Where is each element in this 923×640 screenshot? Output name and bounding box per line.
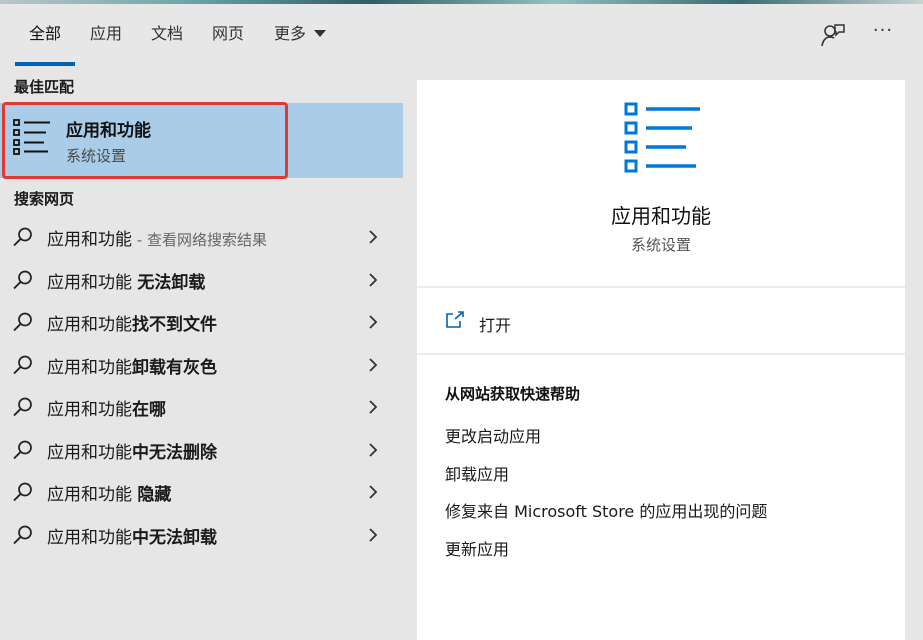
search-icon xyxy=(13,440,32,460)
caret-down-icon xyxy=(314,30,327,37)
result-query-text: 应用和功能 xyxy=(47,273,138,293)
tab-documents[interactable]: 文档 xyxy=(151,4,183,66)
result-suggestion-text: 找不到文件 xyxy=(132,315,217,335)
result-query-text: 应用和功能 xyxy=(47,358,132,378)
search-icon xyxy=(13,312,32,332)
chevron-right-icon xyxy=(369,315,378,329)
open-external-icon[interactable] xyxy=(445,311,465,329)
divider xyxy=(417,353,905,355)
result-query-text: 应用和功能 xyxy=(47,400,132,420)
search-icon xyxy=(13,227,32,247)
web-search-result-text: 应用和功能 - 查看网络搜索结果 xyxy=(47,225,267,250)
web-search-result-row[interactable]: 应用和功能在哪 xyxy=(0,386,403,428)
result-query-text: 应用和功能 xyxy=(47,315,132,335)
list-settings-icon xyxy=(13,119,50,155)
result-suggestion-text: 无法卸载 xyxy=(137,273,206,293)
result-suggestion-text: 中无法删除 xyxy=(132,443,217,463)
best-match-subtitle: 系统设置 xyxy=(66,147,127,165)
web-search-result-text: 应用和功能中无法删除 xyxy=(47,438,217,463)
result-suggestion-text: 在哪 xyxy=(132,400,166,420)
result-suggestion-text: 中无法卸载 xyxy=(132,528,217,548)
search-icon xyxy=(13,482,32,502)
chevron-right-icon xyxy=(369,528,378,542)
best-match-heading: 最佳匹配 xyxy=(14,78,75,96)
help-link-uninstall-apps[interactable]: 卸载应用 xyxy=(445,461,509,485)
list-settings-icon xyxy=(624,102,700,173)
web-search-result-text: 应用和功能找不到文件 xyxy=(47,310,217,335)
web-search-result-row[interactable]: 应用和功能 - 查看网络搜索结果 xyxy=(0,216,403,258)
web-search-result-row[interactable]: 应用和功能找不到文件 xyxy=(0,301,403,343)
web-search-result-row[interactable]: 应用和功能中无法删除 xyxy=(0,429,403,471)
search-icon xyxy=(13,270,32,290)
detail-subtitle: 系统设置 xyxy=(630,236,691,254)
search-filter-bar: 全部 应用 文档 网页 更多 ··· xyxy=(0,4,923,66)
tab-more[interactable]: 更多 xyxy=(274,4,327,66)
divider xyxy=(417,286,905,288)
search-icon xyxy=(13,355,32,375)
web-search-result-row[interactable]: 应用和功能中无法卸载 xyxy=(0,514,403,556)
search-icon xyxy=(13,397,32,417)
web-search-result-row[interactable]: 应用和功能 无法卸载 xyxy=(0,259,403,301)
help-heading: 从网站获取快速帮助 xyxy=(445,385,581,403)
chevron-right-icon xyxy=(369,400,378,414)
best-match-title: 应用和功能 xyxy=(66,121,151,141)
web-search-result-text: 应用和功能中无法卸载 xyxy=(47,523,217,548)
result-suggestion-text: 卸载有灰色 xyxy=(132,358,217,378)
tab-more-label: 更多 xyxy=(274,24,307,43)
results-pane: 最佳匹配 应用和功能 系统设置 搜索网页 应用和功能 - 查看网络搜索结果 应用和… xyxy=(0,66,403,640)
result-hint-text: - 查看网络搜索结果 xyxy=(132,231,267,249)
more-options-button[interactable]: ··· xyxy=(866,16,900,50)
tab-web[interactable]: 网页 xyxy=(212,4,244,66)
help-link-fix-store-apps[interactable]: 修复来自 Microsoft Store 的应用出现的问题 xyxy=(445,498,767,522)
chevron-right-icon xyxy=(369,273,378,287)
tab-all[interactable]: 全部 xyxy=(14,4,76,66)
web-search-result-text: 应用和功能 隐藏 xyxy=(47,480,171,505)
detail-title: 应用和功能 xyxy=(611,204,711,228)
chevron-right-icon xyxy=(369,443,378,457)
open-button[interactable]: 打开 xyxy=(479,312,511,336)
detail-pane: 应用和功能 系统设置 打开 从网站获取快速帮助 更改启动应用 卸载应用 修复来自… xyxy=(417,80,905,640)
feedback-person-icon[interactable] xyxy=(820,22,846,48)
result-suggestion-text: 隐藏 xyxy=(137,485,172,505)
help-link-startup-apps[interactable]: 更改启动应用 xyxy=(445,423,541,447)
web-search-result-text: 应用和功能在哪 xyxy=(47,395,166,420)
result-query-text: 应用和功能 xyxy=(47,443,132,463)
chevron-right-icon xyxy=(369,358,378,372)
chevron-right-icon xyxy=(369,230,378,244)
web-search-result-text: 应用和功能 无法卸载 xyxy=(47,268,205,293)
web-search-result-row[interactable]: 应用和功能 隐藏 xyxy=(0,471,403,513)
chevron-right-icon xyxy=(369,485,378,499)
result-query-text: 应用和功能 xyxy=(47,528,132,548)
help-link-update-apps[interactable]: 更新应用 xyxy=(445,536,509,560)
search-icon xyxy=(13,525,32,545)
web-search-heading: 搜索网页 xyxy=(14,190,75,208)
result-query-text: 应用和功能 xyxy=(47,230,132,250)
web-search-result-text: 应用和功能卸载有灰色 xyxy=(47,353,217,378)
result-query-text: 应用和功能 xyxy=(47,485,138,505)
web-search-result-row[interactable]: 应用和功能卸载有灰色 xyxy=(0,344,403,386)
tab-apps[interactable]: 应用 xyxy=(90,4,122,66)
